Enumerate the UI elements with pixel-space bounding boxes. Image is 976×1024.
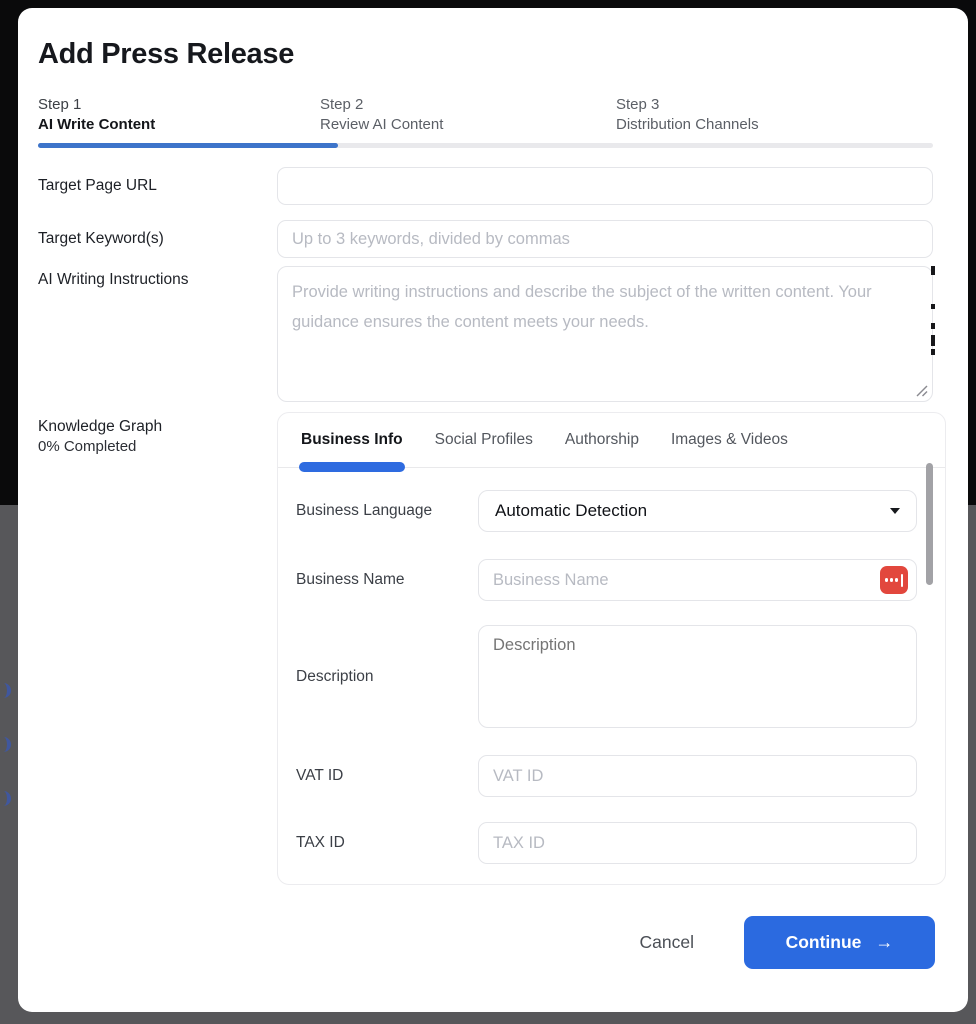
step-number: Step 1 (38, 95, 320, 115)
step-1-ai-write-content[interactable]: Step 1 AI Write Content (38, 95, 320, 135)
cancel-button[interactable]: Cancel (640, 932, 694, 953)
knowledge-graph-row: Knowledge Graph 0% Completed Business In… (18, 412, 968, 885)
knowledge-graph-tabs: Business Info Social Profiles Authorship… (278, 413, 945, 468)
vat-id-input[interactable] (478, 755, 917, 797)
step-label: AI Write Content (38, 115, 320, 135)
target-keywords-label: Target Keyword(s) (38, 230, 277, 248)
target-keywords-row: Target Keyword(s) (18, 220, 968, 258)
modal-footer: Cancel Continue → (18, 916, 968, 969)
password-manager-autofill-icon[interactable] (880, 566, 908, 594)
active-tab-indicator (299, 462, 405, 472)
wizard-progress-fill (38, 143, 338, 148)
business-name-input[interactable] (478, 559, 917, 601)
screen-artifact (931, 304, 935, 309)
textarea-resize-handle[interactable] (915, 384, 928, 397)
knowledge-graph-card: Business Info Social Profiles Authorship… (277, 412, 946, 885)
tab-social-profiles[interactable]: Social Profiles (435, 413, 533, 467)
target-keywords-input[interactable] (277, 220, 933, 258)
target-page-url-row: Target Page URL (18, 167, 968, 205)
description-label: Description (296, 668, 478, 686)
tab-business-info[interactable]: Business Info (301, 413, 403, 467)
description-textarea[interactable] (478, 625, 917, 728)
wizard-steps: Step 1 AI Write Content Step 2 Review AI… (38, 95, 968, 135)
add-press-release-modal: Add Press Release Step 1 AI Write Conten… (18, 8, 968, 1012)
ai-instructions-row: AI Writing Instructions (18, 266, 968, 402)
ai-instructions-label: AI Writing Instructions (38, 266, 277, 289)
screen-artifact (931, 266, 935, 275)
vat-id-label: VAT ID (296, 767, 478, 785)
step-label: Distribution Channels (616, 115, 968, 135)
tab-label: Business Info (301, 431, 403, 449)
screen-artifact (931, 323, 935, 329)
tax-id-input[interactable] (478, 822, 917, 864)
screen-artifact (931, 335, 935, 346)
tab-label: Images & Videos (671, 431, 788, 449)
arrow-right-icon: → (875, 932, 893, 953)
description-row: Description (278, 625, 945, 728)
tab-authorship[interactable]: Authorship (565, 413, 639, 467)
business-name-label: Business Name (296, 571, 478, 589)
business-language-label: Business Language (296, 502, 478, 520)
wizard-progress-track (38, 143, 933, 148)
business-language-row: Business Language Automatic Detection (278, 490, 945, 532)
backdrop-content-fragment (0, 683, 11, 698)
target-page-url-input[interactable] (277, 167, 933, 205)
vat-id-row: VAT ID (278, 755, 945, 797)
knowledge-graph-scrollbar[interactable] (926, 463, 933, 585)
business-language-value: Automatic Detection (495, 501, 647, 521)
ai-instructions-textarea[interactable] (277, 266, 933, 402)
business-name-row: Business Name (278, 559, 945, 601)
knowledge-graph-completed: 0% Completed (38, 437, 263, 457)
tab-label: Social Profiles (435, 431, 533, 449)
tab-images-videos[interactable]: Images & Videos (671, 413, 788, 467)
tax-id-label: TAX ID (296, 834, 478, 852)
tab-label: Authorship (565, 431, 639, 449)
tax-id-row: TAX ID (278, 822, 945, 864)
step-number: Step 3 (616, 95, 968, 115)
step-label: Review AI Content (320, 115, 616, 135)
screen-artifact (931, 349, 935, 355)
continue-button-label: Continue (786, 932, 862, 953)
step-2-review-ai-content[interactable]: Step 2 Review AI Content (320, 95, 616, 135)
chevron-down-icon (890, 508, 900, 514)
business-language-select[interactable]: Automatic Detection (478, 490, 917, 532)
knowledge-graph-label-group: Knowledge Graph 0% Completed (38, 412, 277, 457)
step-number: Step 2 (320, 95, 616, 115)
knowledge-graph-label: Knowledge Graph (38, 417, 263, 437)
step-3-distribution-channels[interactable]: Step 3 Distribution Channels (616, 95, 968, 135)
modal-title: Add Press Release (38, 38, 968, 71)
backdrop-content-fragment (0, 737, 11, 752)
continue-button[interactable]: Continue → (744, 916, 935, 969)
target-page-url-label: Target Page URL (38, 177, 277, 195)
backdrop-content-fragment (0, 791, 11, 806)
